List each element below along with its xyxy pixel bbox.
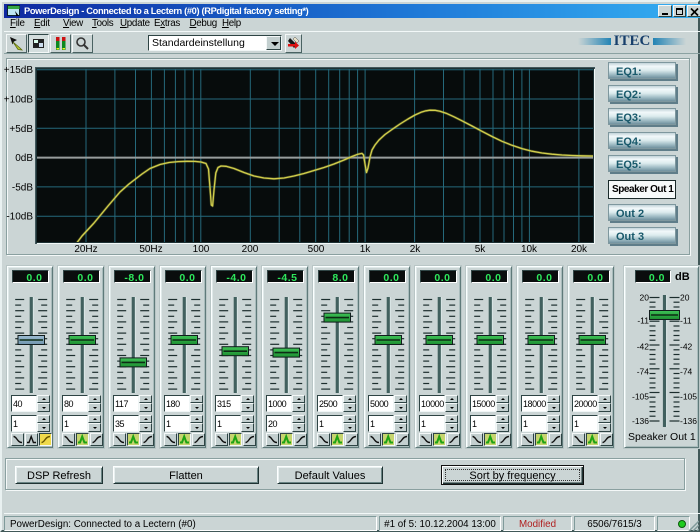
svg-text:500: 500 — [308, 244, 325, 255]
svg-text:-136: -136 — [680, 416, 697, 426]
svg-text:-105: -105 — [632, 391, 649, 401]
svg-text:-74: -74 — [637, 366, 650, 376]
svg-text:-11: -11 — [637, 315, 649, 325]
svg-text:+10dB: +10dB — [4, 95, 34, 106]
svg-text:-42: -42 — [680, 341, 693, 351]
svg-text:20Hz: 20Hz — [74, 244, 97, 255]
svg-text:-136: -136 — [632, 416, 649, 426]
svg-text:2k: 2k — [410, 244, 422, 255]
svg-text:-42: -42 — [637, 341, 650, 351]
svg-text:10k: 10k — [521, 244, 538, 255]
svg-text:+5dB: +5dB — [9, 124, 33, 135]
svg-text:100: 100 — [193, 244, 210, 255]
svg-text:-74: -74 — [680, 366, 693, 376]
svg-text:-105: -105 — [680, 391, 697, 401]
svg-text:200: 200 — [242, 244, 259, 255]
svg-text:5k: 5k — [475, 244, 487, 255]
svg-text:0dB: 0dB — [15, 153, 33, 164]
svg-text:20: 20 — [680, 292, 690, 302]
svg-text:-11: -11 — [680, 315, 692, 325]
svg-text:1k: 1k — [360, 244, 372, 255]
svg-text:20: 20 — [640, 292, 650, 302]
svg-text:20k: 20k — [571, 244, 588, 255]
svg-text:-10dB: -10dB — [6, 212, 33, 223]
svg-text:+15dB: +15dB — [4, 65, 34, 76]
svg-text:-5dB: -5dB — [12, 182, 33, 193]
svg-text:50Hz: 50Hz — [139, 244, 162, 255]
